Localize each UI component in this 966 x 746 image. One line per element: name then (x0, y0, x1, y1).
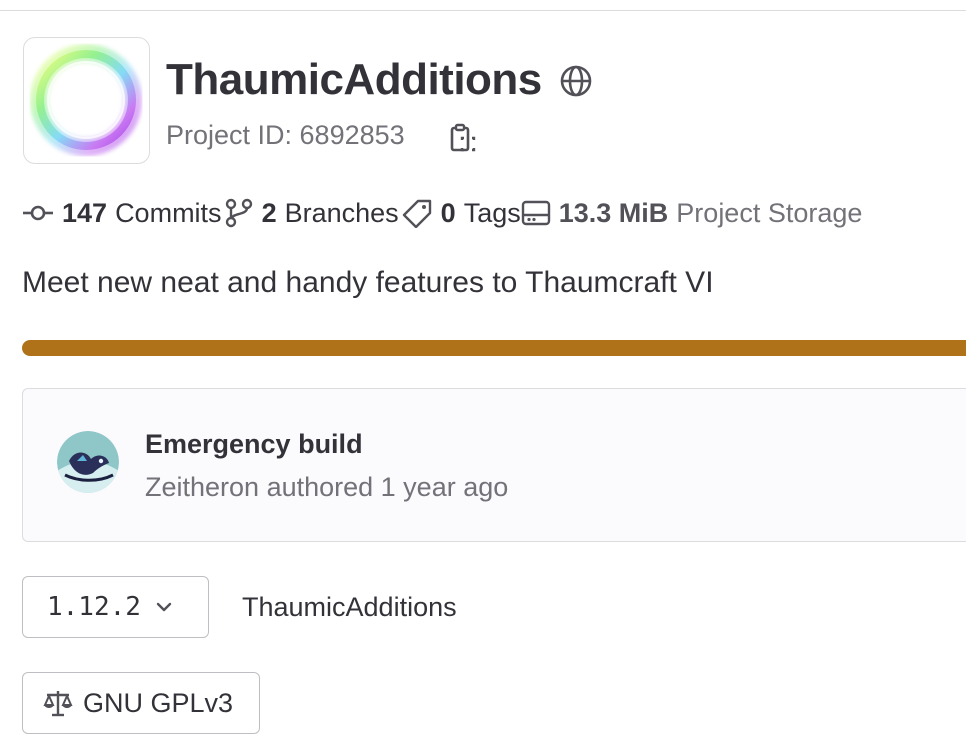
branches-link[interactable]: 2 Branches (222, 198, 399, 229)
storage-stat: 13.3 MiB Project Storage (521, 197, 863, 229)
scale-icon (43, 691, 73, 717)
storage-label: Project Storage (676, 197, 863, 228)
branches-count: 2 (261, 197, 277, 228)
tag-icon (402, 199, 431, 228)
tags-link[interactable]: 0 Tags (399, 198, 521, 229)
ref-selector-dropdown[interactable]: 1.12.2 (22, 576, 209, 638)
commits-label: Commits (115, 197, 222, 228)
storage-value: 13.3 MiB (558, 197, 669, 228)
repository-breadcrumb-root[interactable]: ThaumicAdditions (242, 592, 457, 623)
globe-icon (560, 65, 592, 97)
project-title: ThaumicAdditions (166, 55, 542, 104)
ref-selector-value: 1.12.2 (47, 592, 141, 622)
project-stats: 147 Commits 2 Branches 0 Tags 13.3 MiB P… (22, 193, 862, 233)
branches-label: Branches (284, 197, 399, 228)
copy-to-clipboard-icon[interactable] (448, 122, 478, 156)
license-button[interactable]: GNU GPLv3 (22, 672, 260, 734)
commits-link[interactable]: 147 Commits (22, 198, 222, 229)
project-avatar (23, 37, 150, 164)
storage-icon (521, 200, 550, 226)
project-id: Project ID: 6892853 (166, 120, 405, 150)
chevron-down-icon (156, 602, 172, 612)
repository-language-bar[interactable] (22, 340, 966, 356)
commit-meta: Zeitheron authored 1 year ago (145, 472, 509, 502)
commit-author-avatar[interactable] (57, 431, 119, 493)
last-commit-card: Emergency build Zeitheron authored 1 yea… (22, 388, 966, 542)
commits-count: 147 (62, 197, 108, 228)
tags-label: Tags (463, 197, 521, 228)
top-divider (0, 10, 966, 11)
tags-count: 0 (440, 197, 456, 228)
branch-icon (225, 198, 252, 228)
license-label: GNU GPLv3 (83, 687, 234, 718)
commit-title-link[interactable]: Emergency build (145, 429, 363, 460)
project-description: Meet new neat and handy features to Thau… (22, 266, 714, 299)
commit-icon (23, 205, 53, 221)
